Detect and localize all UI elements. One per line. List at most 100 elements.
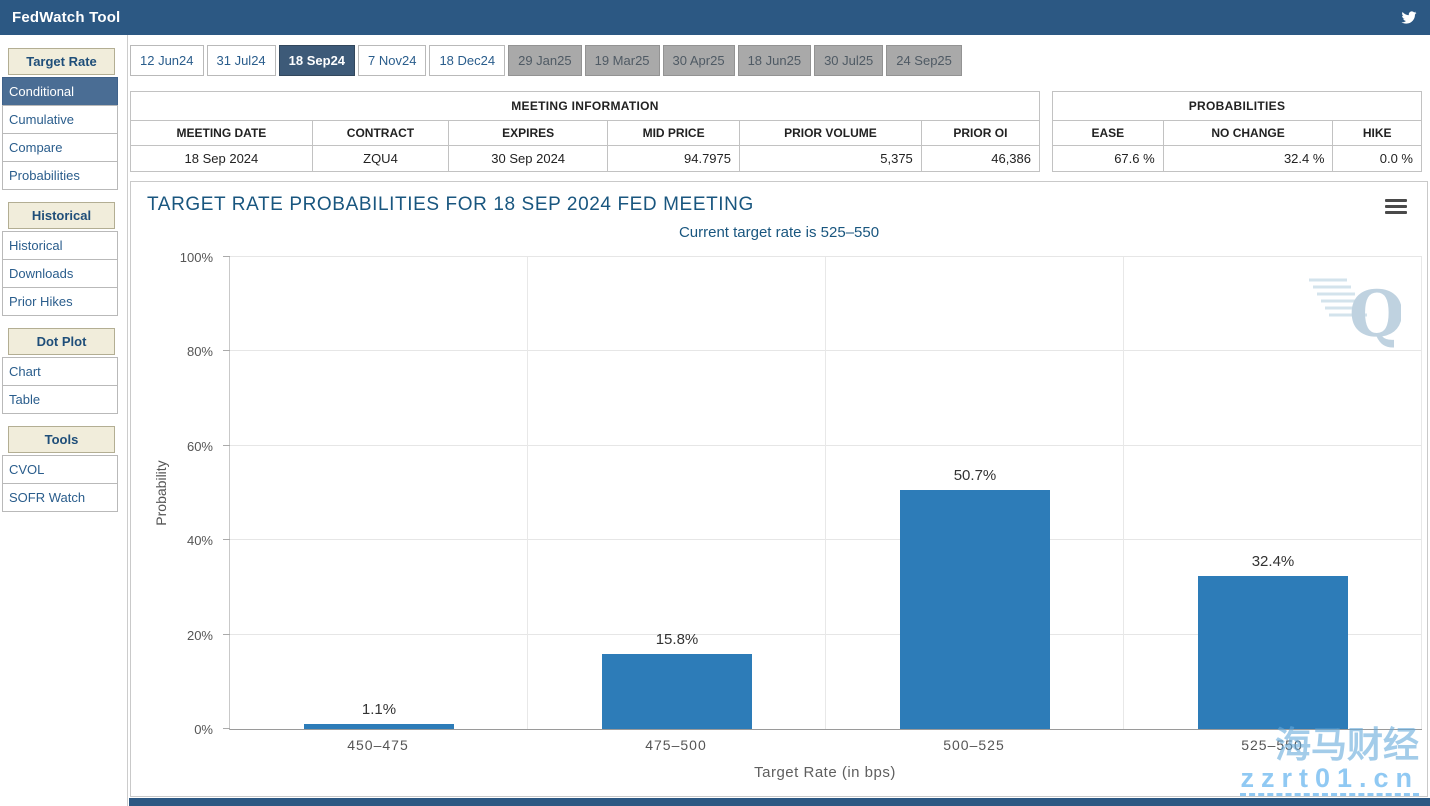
chart-context-menu-icon[interactable] (1385, 196, 1407, 217)
y-axis-tick-label: 40% (187, 533, 213, 548)
main-content: 12 Jun2431 Jul2418 Sep247 Nov2418 Dec242… (130, 35, 1430, 806)
gridline-v (1421, 257, 1422, 729)
tab-19-mar25[interactable]: 19 Mar25 (585, 45, 660, 76)
app-header: FedWatch Tool (0, 0, 1430, 35)
bar-500-525[interactable] (900, 490, 1050, 729)
fedwatch-app: FedWatch Tool Target RateConditionalCumu… (0, 0, 1430, 806)
probabilities-colhead-ease: EASE (1053, 121, 1164, 146)
gridline-h (230, 350, 1422, 351)
bar-value-label-450-475: 1.1% (230, 701, 528, 718)
bar-525-550[interactable] (1198, 576, 1348, 729)
meeting-info-cell-prior-volume: 5,375 (740, 146, 922, 172)
sidebar-section-items-tools: CVOLSOFR Watch (2, 455, 118, 512)
tab-18-dec24[interactable]: 18 Dec24 (429, 45, 505, 76)
twitter-icon[interactable] (1400, 10, 1418, 25)
y-axis-tick (223, 445, 230, 446)
app-title: FedWatch Tool (12, 9, 120, 26)
sidebar-item-prior-hikes[interactable]: Prior Hikes (2, 287, 118, 316)
tab-18-sep24[interactable]: 18 Sep24 (279, 45, 355, 76)
x-axis-labels: 450–475475–500500–525525–550 (229, 737, 1421, 753)
bar-value-label-525-550: 32.4% (1124, 553, 1422, 570)
tab-12-jun24[interactable]: 12 Jun24 (130, 45, 204, 76)
sidebar-item-cvol[interactable]: CVOL (2, 455, 118, 484)
y-axis-tick (223, 728, 230, 729)
sidebar-item-cumulative[interactable]: Cumulative (2, 105, 118, 134)
meeting-info-cell-mid-price: 94.7975 (608, 146, 740, 172)
plot-area: 1.1% 15.8% 50.7% 32.4% (229, 257, 1422, 730)
gridline-h (230, 256, 1422, 257)
tab-29-jan25[interactable]: 29 Jan25 (508, 45, 582, 76)
probabilities-title: PROBABILITIES (1053, 92, 1422, 121)
meeting-info-colhead-prior-oi: PRIOR OI (921, 121, 1039, 146)
quikstrike-logo-icon: Q (1305, 268, 1401, 353)
bar-450-475[interactable] (304, 724, 454, 729)
sidebar: Target RateConditionalCumulativeCompareP… (0, 35, 128, 806)
info-tables: MEETING INFORMATIONMEETING DATECONTRACTE… (130, 91, 1422, 172)
bar-value-label-475-500: 15.8% (528, 631, 826, 648)
chart-subtitle: Current target rate is 525–550 (131, 224, 1427, 241)
meeting-info-cell-meeting-date: 18 Sep 2024 (131, 146, 313, 172)
sidebar-item-compare[interactable]: Compare (2, 133, 118, 162)
sidebar-section-dot-plot[interactable]: Dot Plot (8, 328, 115, 355)
tab-7-nov24[interactable]: 7 Nov24 (358, 45, 426, 76)
probabilities-colhead-hike: HIKE (1333, 121, 1422, 146)
tab-18-jun25[interactable]: 18 Jun25 (738, 45, 812, 76)
x-category-label-475-500: 475–500 (527, 737, 825, 753)
gridline-v (527, 257, 528, 729)
sidebar-item-historical[interactable]: Historical (2, 231, 118, 260)
probabilities: PROBABILITIESEASENO CHANGEHIKE 67.6 %32.4… (1052, 91, 1422, 172)
probabilities-cell-hike: 0.0 % (1333, 146, 1422, 172)
probabilities-colhead-no-change: NO CHANGE (1163, 121, 1333, 146)
sidebar-item-sofr-watch[interactable]: SOFR Watch (2, 483, 118, 512)
x-category-label-525-550: 525–550 (1123, 737, 1421, 753)
tab-30-apr25[interactable]: 30 Apr25 (663, 45, 735, 76)
meeting-info: MEETING INFORMATIONMEETING DATECONTRACTE… (130, 91, 1040, 172)
footer-bar (129, 798, 1430, 806)
meeting-info-colhead-expires: EXPIRES (449, 121, 608, 146)
x-category-label-450-475: 450–475 (229, 737, 527, 753)
y-axis-tick-label: 80% (187, 344, 213, 359)
y-axis-tick (223, 256, 230, 257)
sidebar-item-table[interactable]: Table (2, 385, 118, 414)
bar-475-500[interactable] (602, 654, 752, 729)
bar-value-label-500-525: 50.7% (826, 467, 1124, 484)
gridline-h (230, 539, 1422, 540)
sidebar-section-items-dot-plot: ChartTable (2, 357, 118, 414)
sidebar-item-chart[interactable]: Chart (2, 357, 118, 386)
meeting-info-colhead-meeting-date: MEETING DATE (131, 121, 313, 146)
tab-30-jul25[interactable]: 30 Jul25 (814, 45, 883, 76)
meeting-info-title: MEETING INFORMATION (131, 92, 1040, 121)
y-axis-tick-label: 0% (194, 722, 213, 737)
y-axis-tick-label: 60% (187, 439, 213, 454)
sidebar-item-conditional[interactable]: Conditional (2, 77, 118, 106)
probabilities-cell-ease: 67.6 % (1053, 146, 1164, 172)
meeting-info-cell-prior-oi: 46,386 (921, 146, 1039, 172)
sidebar-section-historical[interactable]: Historical (8, 202, 115, 229)
x-axis-title: Target Rate (in bps) (229, 764, 1421, 781)
sidebar-item-downloads[interactable]: Downloads (2, 259, 118, 288)
meeting-info-colhead-prior-volume: PRIOR VOLUME (740, 121, 922, 146)
meeting-tabs: 12 Jun2431 Jul2418 Sep247 Nov2418 Dec242… (130, 45, 962, 76)
sidebar-item-probabilities[interactable]: Probabilities (2, 161, 118, 190)
sidebar-section-items-target-rate: ConditionalCumulativeCompareProbabilitie… (2, 77, 118, 190)
x-category-label-500-525: 500–525 (825, 737, 1123, 753)
y-axis-tick (223, 350, 230, 351)
gridline-v (1123, 257, 1124, 729)
y-axis: 0%20%40%60%80%100% (131, 257, 223, 729)
sidebar-section-target-rate[interactable]: Target Rate (8, 48, 115, 75)
meeting-info-colhead-mid-price: MID PRICE (608, 121, 740, 146)
sidebar-section-tools[interactable]: Tools (8, 426, 115, 453)
tab-24-sep25[interactable]: 24 Sep25 (886, 45, 962, 76)
sidebar-section-items-historical: HistoricalDownloadsPrior Hikes (2, 231, 118, 316)
gridline-v (825, 257, 826, 729)
y-axis-tick-label: 20% (187, 628, 213, 643)
y-axis-tick (223, 634, 230, 635)
y-axis-tick-label: 100% (180, 250, 213, 265)
gridline-h (230, 445, 1422, 446)
meeting-info-cell-contract: ZQU4 (312, 146, 448, 172)
tab-31-jul24[interactable]: 31 Jul24 (207, 45, 276, 76)
y-axis-tick (223, 539, 230, 540)
svg-text:Q: Q (1349, 277, 1401, 348)
meeting-info-cell-expires: 30 Sep 2024 (449, 146, 608, 172)
probabilities-cell-no-change: 32.4 % (1163, 146, 1333, 172)
